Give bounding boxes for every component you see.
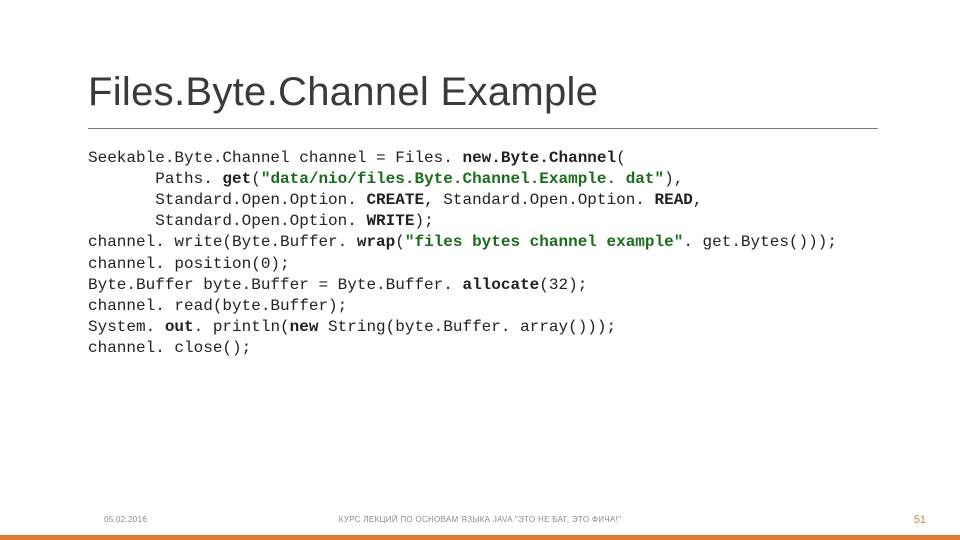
code-text: , Standard.Open.Option. — [424, 191, 654, 209]
code-bold: WRITE — [366, 212, 414, 230]
code-bold: out — [165, 318, 194, 336]
code-bold: CREATE — [366, 191, 424, 209]
code-text: ), — [664, 170, 683, 188]
code-text: . println( — [194, 318, 290, 336]
code-text: channel. read(byte.Buffer); — [88, 297, 347, 315]
code-text: System. — [88, 318, 165, 336]
code-text: String(byte.Buffer. array())); — [328, 318, 616, 336]
title-underline — [88, 128, 878, 129]
code-text: Paths. — [88, 170, 222, 188]
code-text: channel. write(Byte.Buffer. — [88, 233, 357, 251]
code-text: ( — [395, 233, 405, 251]
code-text: , — [693, 191, 703, 209]
code-block: Seekable.Byte.Channel channel = Files. n… — [88, 148, 837, 359]
code-text: Byte.Buffer byte.Buffer = Byte.Buffer. — [88, 276, 462, 294]
footer-caption: КУРС ЛЕКЦИЙ ПО ОСНОВАМ ЯЗЫКА JAVA "ЭТО Н… — [0, 515, 960, 524]
slide-title: Files.Byte.Channel Example — [88, 70, 598, 115]
code-text: (32); — [539, 276, 587, 294]
code-bold: READ — [655, 191, 693, 209]
code-text: Standard.Open.Option. — [88, 191, 366, 209]
code-italic: new.Byte.Channel — [462, 149, 616, 167]
slide: Files.Byte.Channel Example Seekable.Byte… — [0, 0, 960, 540]
code-text: . get.Bytes())); — [683, 233, 837, 251]
page-number: 51 — [914, 514, 926, 526]
code-text: ( — [616, 149, 626, 167]
code-text: Standard.Open.Option. — [88, 212, 366, 230]
code-string: "files bytes channel example" — [405, 233, 683, 251]
code-text: channel. close(); — [88, 339, 251, 357]
code-string: "data/nio/files.Byte.Channel.Example. da… — [261, 170, 664, 188]
footer-accent-bar — [0, 535, 960, 540]
code-text: channel. position(0); — [88, 255, 290, 273]
code-italic: get — [222, 170, 251, 188]
code-italic: wrap — [357, 233, 395, 251]
code-italic: allocate — [462, 276, 539, 294]
code-text: Seekable.Byte.Channel channel = Files. — [88, 149, 462, 167]
code-text: ( — [251, 170, 261, 188]
code-bold: new — [290, 318, 328, 336]
code-text: ); — [414, 212, 433, 230]
